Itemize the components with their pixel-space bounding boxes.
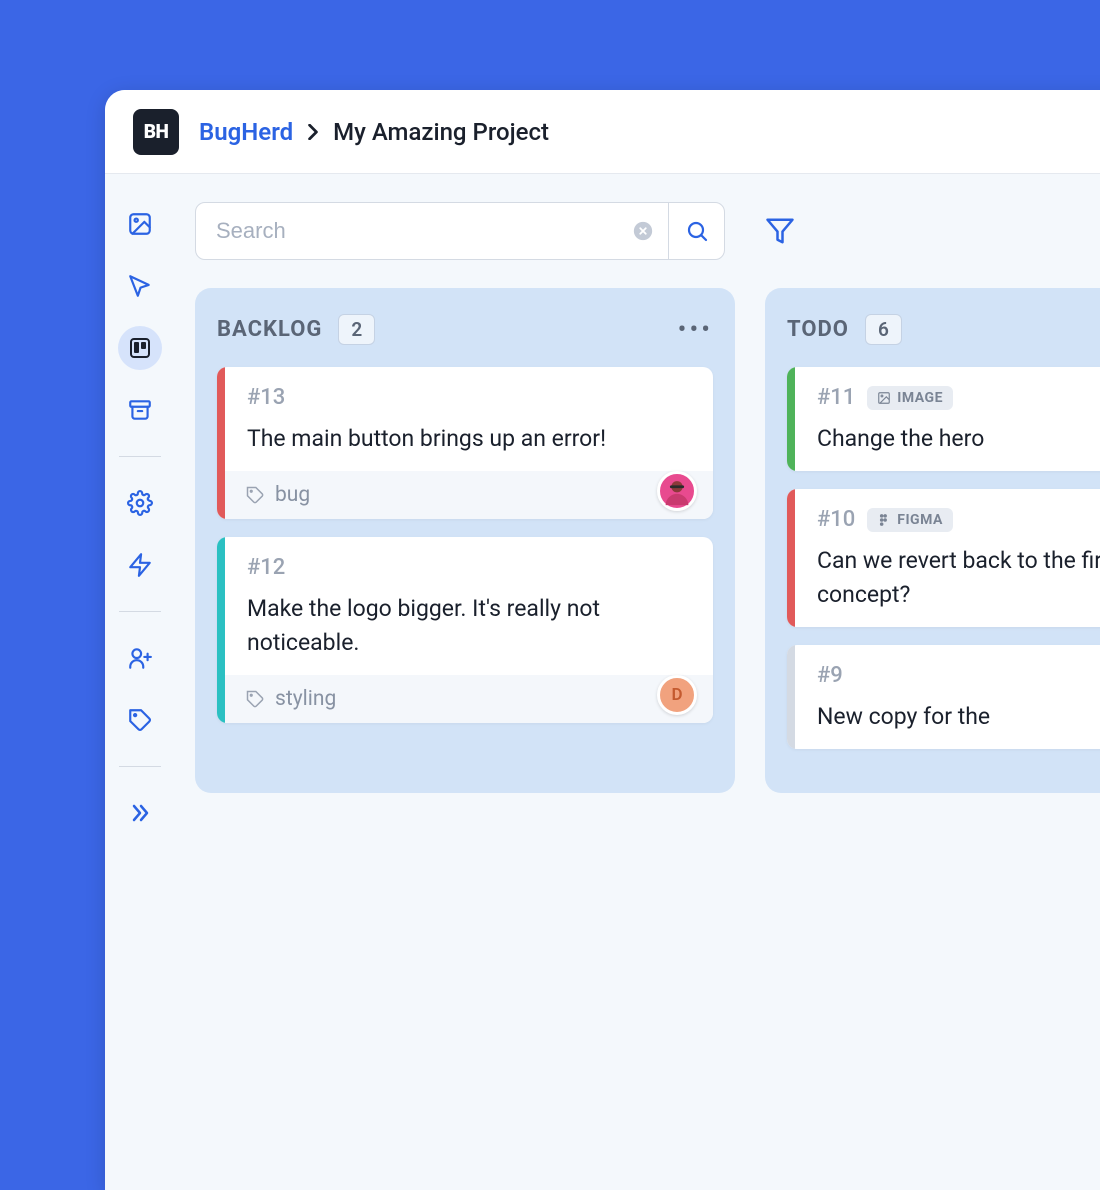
cursor-icon[interactable]	[118, 264, 162, 308]
card-id: #9	[817, 663, 843, 688]
card-text: New copy for the	[817, 700, 1100, 733]
header: BH BugHerd My Amazing Project	[105, 90, 1100, 174]
card-accent	[787, 489, 795, 627]
main-content: BACKLOG 2 ••• #13 The main button brings…	[175, 174, 1100, 1190]
figma-icon	[877, 513, 891, 527]
card-tag: bug	[275, 483, 310, 507]
tag-icon[interactable]	[118, 698, 162, 742]
card-accent	[787, 645, 795, 749]
search-button[interactable]	[668, 203, 724, 259]
source-badge: IMAGE	[867, 386, 953, 410]
image-icon	[877, 391, 891, 405]
sidebar-divider	[119, 611, 161, 612]
tag-icon	[245, 689, 265, 709]
clear-icon[interactable]	[618, 220, 668, 242]
column-menu-icon[interactable]: •••	[678, 315, 713, 345]
column-todo: TODO 6 #11 IMAGE	[765, 288, 1100, 793]
card-footer: styling D	[225, 675, 713, 723]
task-card[interactable]: #12 Make the logo bigger. It's really no…	[217, 537, 713, 723]
column-title: BACKLOG	[217, 317, 322, 342]
archive-icon[interactable]	[118, 388, 162, 432]
source-label: IMAGE	[897, 390, 943, 406]
column-title: TODO	[787, 317, 849, 342]
chevron-right-icon	[307, 124, 319, 140]
card-id: #10	[817, 507, 855, 532]
card-text: The main button brings up an error!	[247, 422, 691, 455]
task-card[interactable]: #10 FIGMA Can we revert back to the firs…	[787, 489, 1100, 627]
card-footer: bug	[225, 471, 713, 519]
column-header: TODO 6	[787, 314, 1100, 345]
source-label: FIGMA	[897, 512, 943, 528]
board-columns: BACKLOG 2 ••• #13 The main button brings…	[195, 288, 1100, 793]
add-user-icon[interactable]	[118, 636, 162, 680]
app-window: BH BugHerd My Amazing Project	[105, 90, 1100, 1190]
avatar-letter: D	[671, 685, 682, 705]
avatar[interactable]	[657, 471, 697, 511]
task-card[interactable]: #11 IMAGE Change the hero	[787, 367, 1100, 471]
card-text: Make the logo bigger. It's really not no…	[247, 592, 691, 659]
avatar[interactable]: D	[657, 675, 697, 715]
card-text: Change the hero	[817, 422, 1100, 455]
card-text: Can we revert back to the first concept?	[817, 544, 1100, 611]
card-accent	[217, 537, 225, 723]
toolbar	[195, 202, 1100, 260]
breadcrumb-project[interactable]: My Amazing Project	[333, 118, 549, 146]
card-tag: styling	[275, 687, 336, 711]
search-input[interactable]	[196, 218, 618, 244]
count-badge: 2	[338, 314, 375, 345]
gear-icon[interactable]	[118, 481, 162, 525]
logo[interactable]: BH	[133, 109, 179, 155]
breadcrumb: BugHerd My Amazing Project	[199, 118, 549, 146]
card-id: #12	[247, 555, 285, 580]
task-card[interactable]: #13 The main button brings up an error! …	[217, 367, 713, 519]
sidebar-divider	[119, 766, 161, 767]
column-backlog: BACKLOG 2 ••• #13 The main button brings…	[195, 288, 735, 793]
source-badge: FIGMA	[867, 508, 953, 532]
sidebar-divider	[119, 456, 161, 457]
count-badge: 6	[865, 314, 902, 345]
card-id: #11	[817, 385, 855, 410]
expand-icon[interactable]	[118, 791, 162, 835]
search-box	[195, 202, 725, 260]
sidebar	[105, 174, 175, 1190]
card-accent	[787, 367, 795, 471]
tag-icon	[245, 485, 265, 505]
lightning-icon[interactable]	[118, 543, 162, 587]
image-icon[interactable]	[118, 202, 162, 246]
column-header: BACKLOG 2 •••	[217, 314, 713, 345]
logo-text: BH	[144, 120, 169, 143]
task-card[interactable]: #9 New copy for the	[787, 645, 1100, 749]
card-accent	[217, 367, 225, 519]
board-icon[interactable]	[118, 326, 162, 370]
filter-icon[interactable]	[765, 216, 795, 246]
card-id: #13	[247, 385, 285, 410]
breadcrumb-brand[interactable]: BugHerd	[199, 118, 293, 146]
